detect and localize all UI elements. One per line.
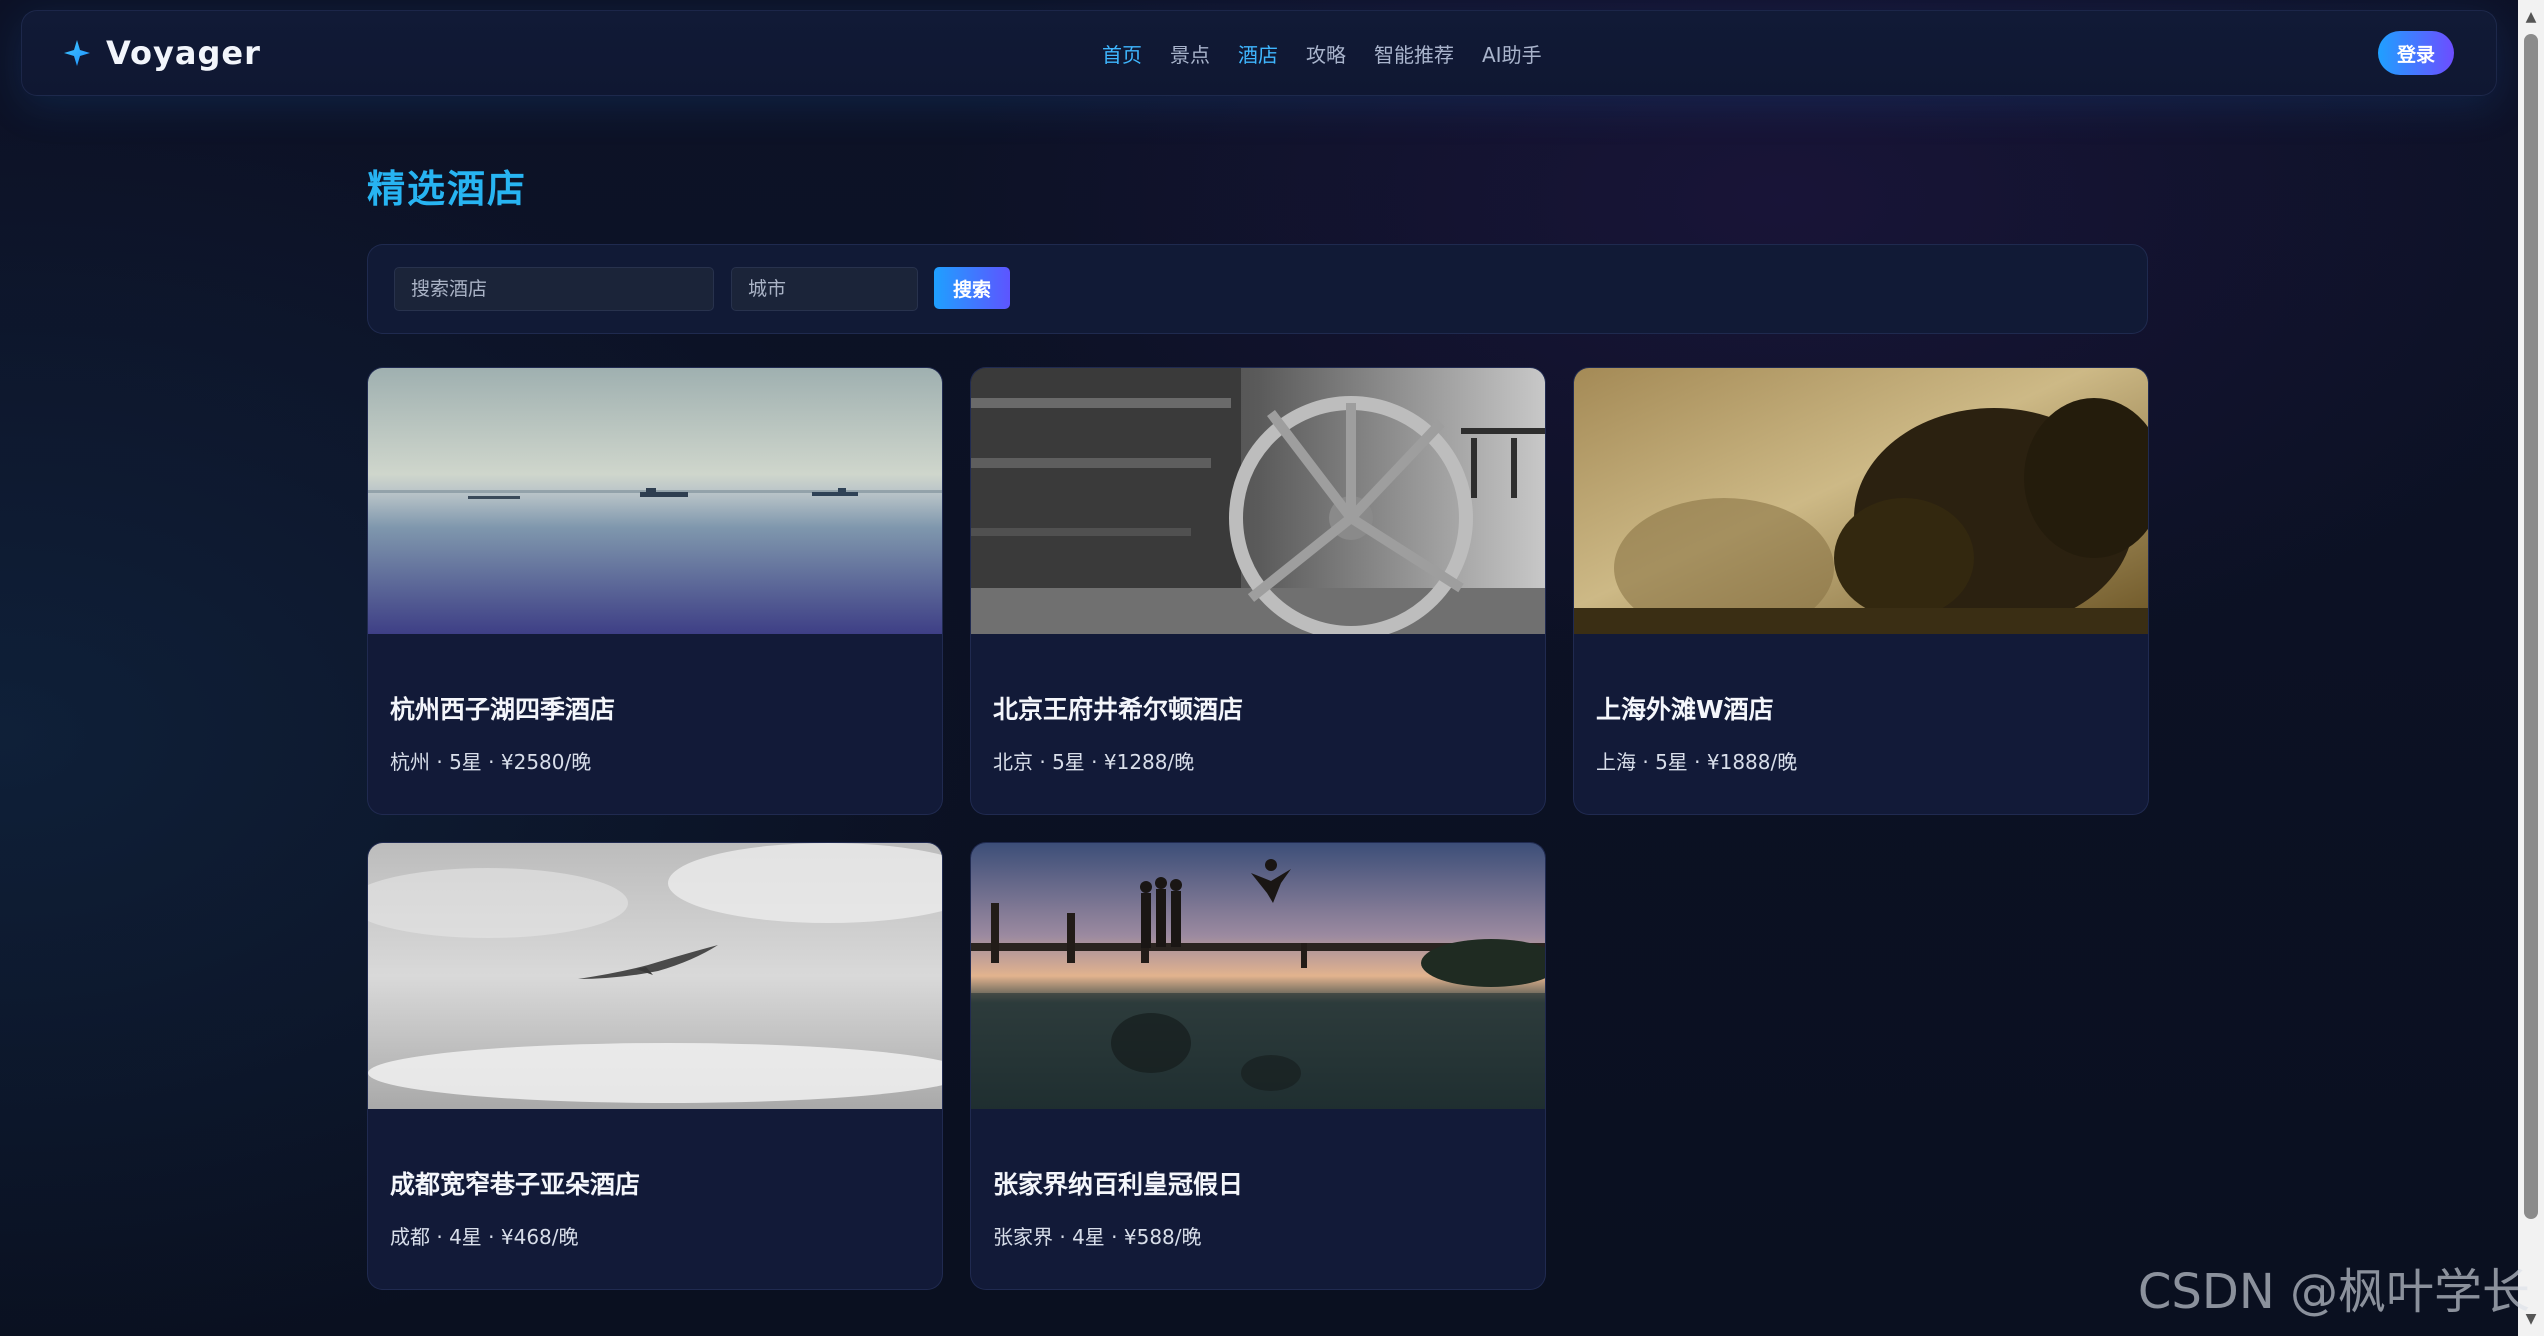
nav-item-ai-assistant[interactable]: AI助手 <box>1482 39 1542 68</box>
hotel-search-input[interactable] <box>394 267 714 311</box>
hotel-card-body: 上海外滩W酒店 上海 · 5星 · ¥1888/晚 <box>1574 634 2148 814</box>
main-nav: 首页 景点 酒店 攻略 智能推荐 AI助手 <box>1102 11 1542 95</box>
nav-item-attractions[interactable]: 景点 <box>1170 39 1210 68</box>
city-search-input[interactable] <box>731 267 918 311</box>
hotel-name: 杭州西子湖四季酒店 <box>390 695 616 724</box>
top-navbar: Voyager 首页 景点 酒店 攻略 智能推荐 AI助手 登录 <box>21 10 2497 96</box>
brand-name: Voyager <box>106 34 261 72</box>
hotel-card-body: 张家界纳百利皇冠假日 张家界 · 4星 · ¥588/晚 <box>971 1109 1545 1289</box>
hotel-photo <box>368 843 942 1109</box>
hotel-meta: 北京 · 5星 · ¥1288/晚 <box>993 750 1195 774</box>
hotel-card-body: 北京王府井希尔顿酒店 北京 · 5星 · ¥1288/晚 <box>971 634 1545 814</box>
nav-item-home[interactable]: 首页 <box>1102 39 1142 68</box>
hotel-photo <box>971 368 1545 634</box>
hotel-card[interactable]: 成都宽窄巷子亚朵酒店 成都 · 4星 · ¥468/晚 <box>367 842 943 1290</box>
hotel-photo <box>1574 368 2148 634</box>
hotel-name: 北京王府井希尔顿酒店 <box>993 695 1244 724</box>
hotel-card-body: 杭州西子湖四季酒店 杭州 · 5星 · ¥2580/晚 <box>368 634 942 814</box>
search-panel: 搜索 <box>367 244 2148 334</box>
hotel-meta: 张家界 · 4星 · ¥588/晚 <box>993 1225 1202 1249</box>
brand-logo[interactable]: Voyager <box>62 29 261 77</box>
hotel-name: 张家界纳百利皇冠假日 <box>993 1170 1244 1199</box>
login-button[interactable]: 登录 <box>2378 31 2454 75</box>
hotel-meta: 杭州 · 5星 · ¥2580/晚 <box>390 750 592 774</box>
hotel-card[interactable]: 上海外滩W酒店 上海 · 5星 · ¥1888/晚 <box>1573 367 2149 815</box>
nav-item-guides[interactable]: 攻略 <box>1306 39 1346 68</box>
scroll-up-arrow-icon[interactable]: ▲ <box>2518 4 2544 30</box>
nav-item-smart-recommend[interactable]: 智能推荐 <box>1374 39 1454 68</box>
hotel-meta: 上海 · 5星 · ¥1888/晚 <box>1596 750 1798 774</box>
hotel-meta: 成都 · 4星 · ¥468/晚 <box>390 1225 579 1249</box>
hotel-photo <box>971 843 1545 1109</box>
nav-item-hotels[interactable]: 酒店 <box>1238 39 1278 68</box>
watermark-text: CSDN @枫叶学长 <box>2137 1264 2530 1320</box>
hotel-card[interactable]: 杭州西子湖四季酒店 杭州 · 5星 · ¥2580/晚 <box>367 367 943 815</box>
scrollbar-thumb[interactable] <box>2524 34 2538 1219</box>
page-title: 精选酒店 <box>367 167 528 211</box>
hotel-card-body: 成都宽窄巷子亚朵酒店 成都 · 4星 · ¥468/晚 <box>368 1109 942 1289</box>
hotel-name: 成都宽窄巷子亚朵酒店 <box>390 1170 641 1199</box>
browser-viewport: Voyager 首页 景点 酒店 攻略 智能推荐 AI助手 登录 精选酒店 搜索 <box>0 0 2544 1336</box>
search-button[interactable]: 搜索 <box>934 267 1010 309</box>
vertical-scrollbar[interactable]: ▲ ▼ <box>2518 0 2544 1336</box>
hotel-card[interactable]: 北京王府井希尔顿酒店 北京 · 5星 · ¥1288/晚 <box>970 367 1546 815</box>
hotel-name: 上海外滩W酒店 <box>1596 695 1774 724</box>
hotel-card[interactable]: 张家界纳百利皇冠假日 张家界 · 4星 · ¥588/晚 <box>970 842 1546 1290</box>
hotel-photo <box>368 368 942 634</box>
sparkle-icon <box>64 40 90 66</box>
